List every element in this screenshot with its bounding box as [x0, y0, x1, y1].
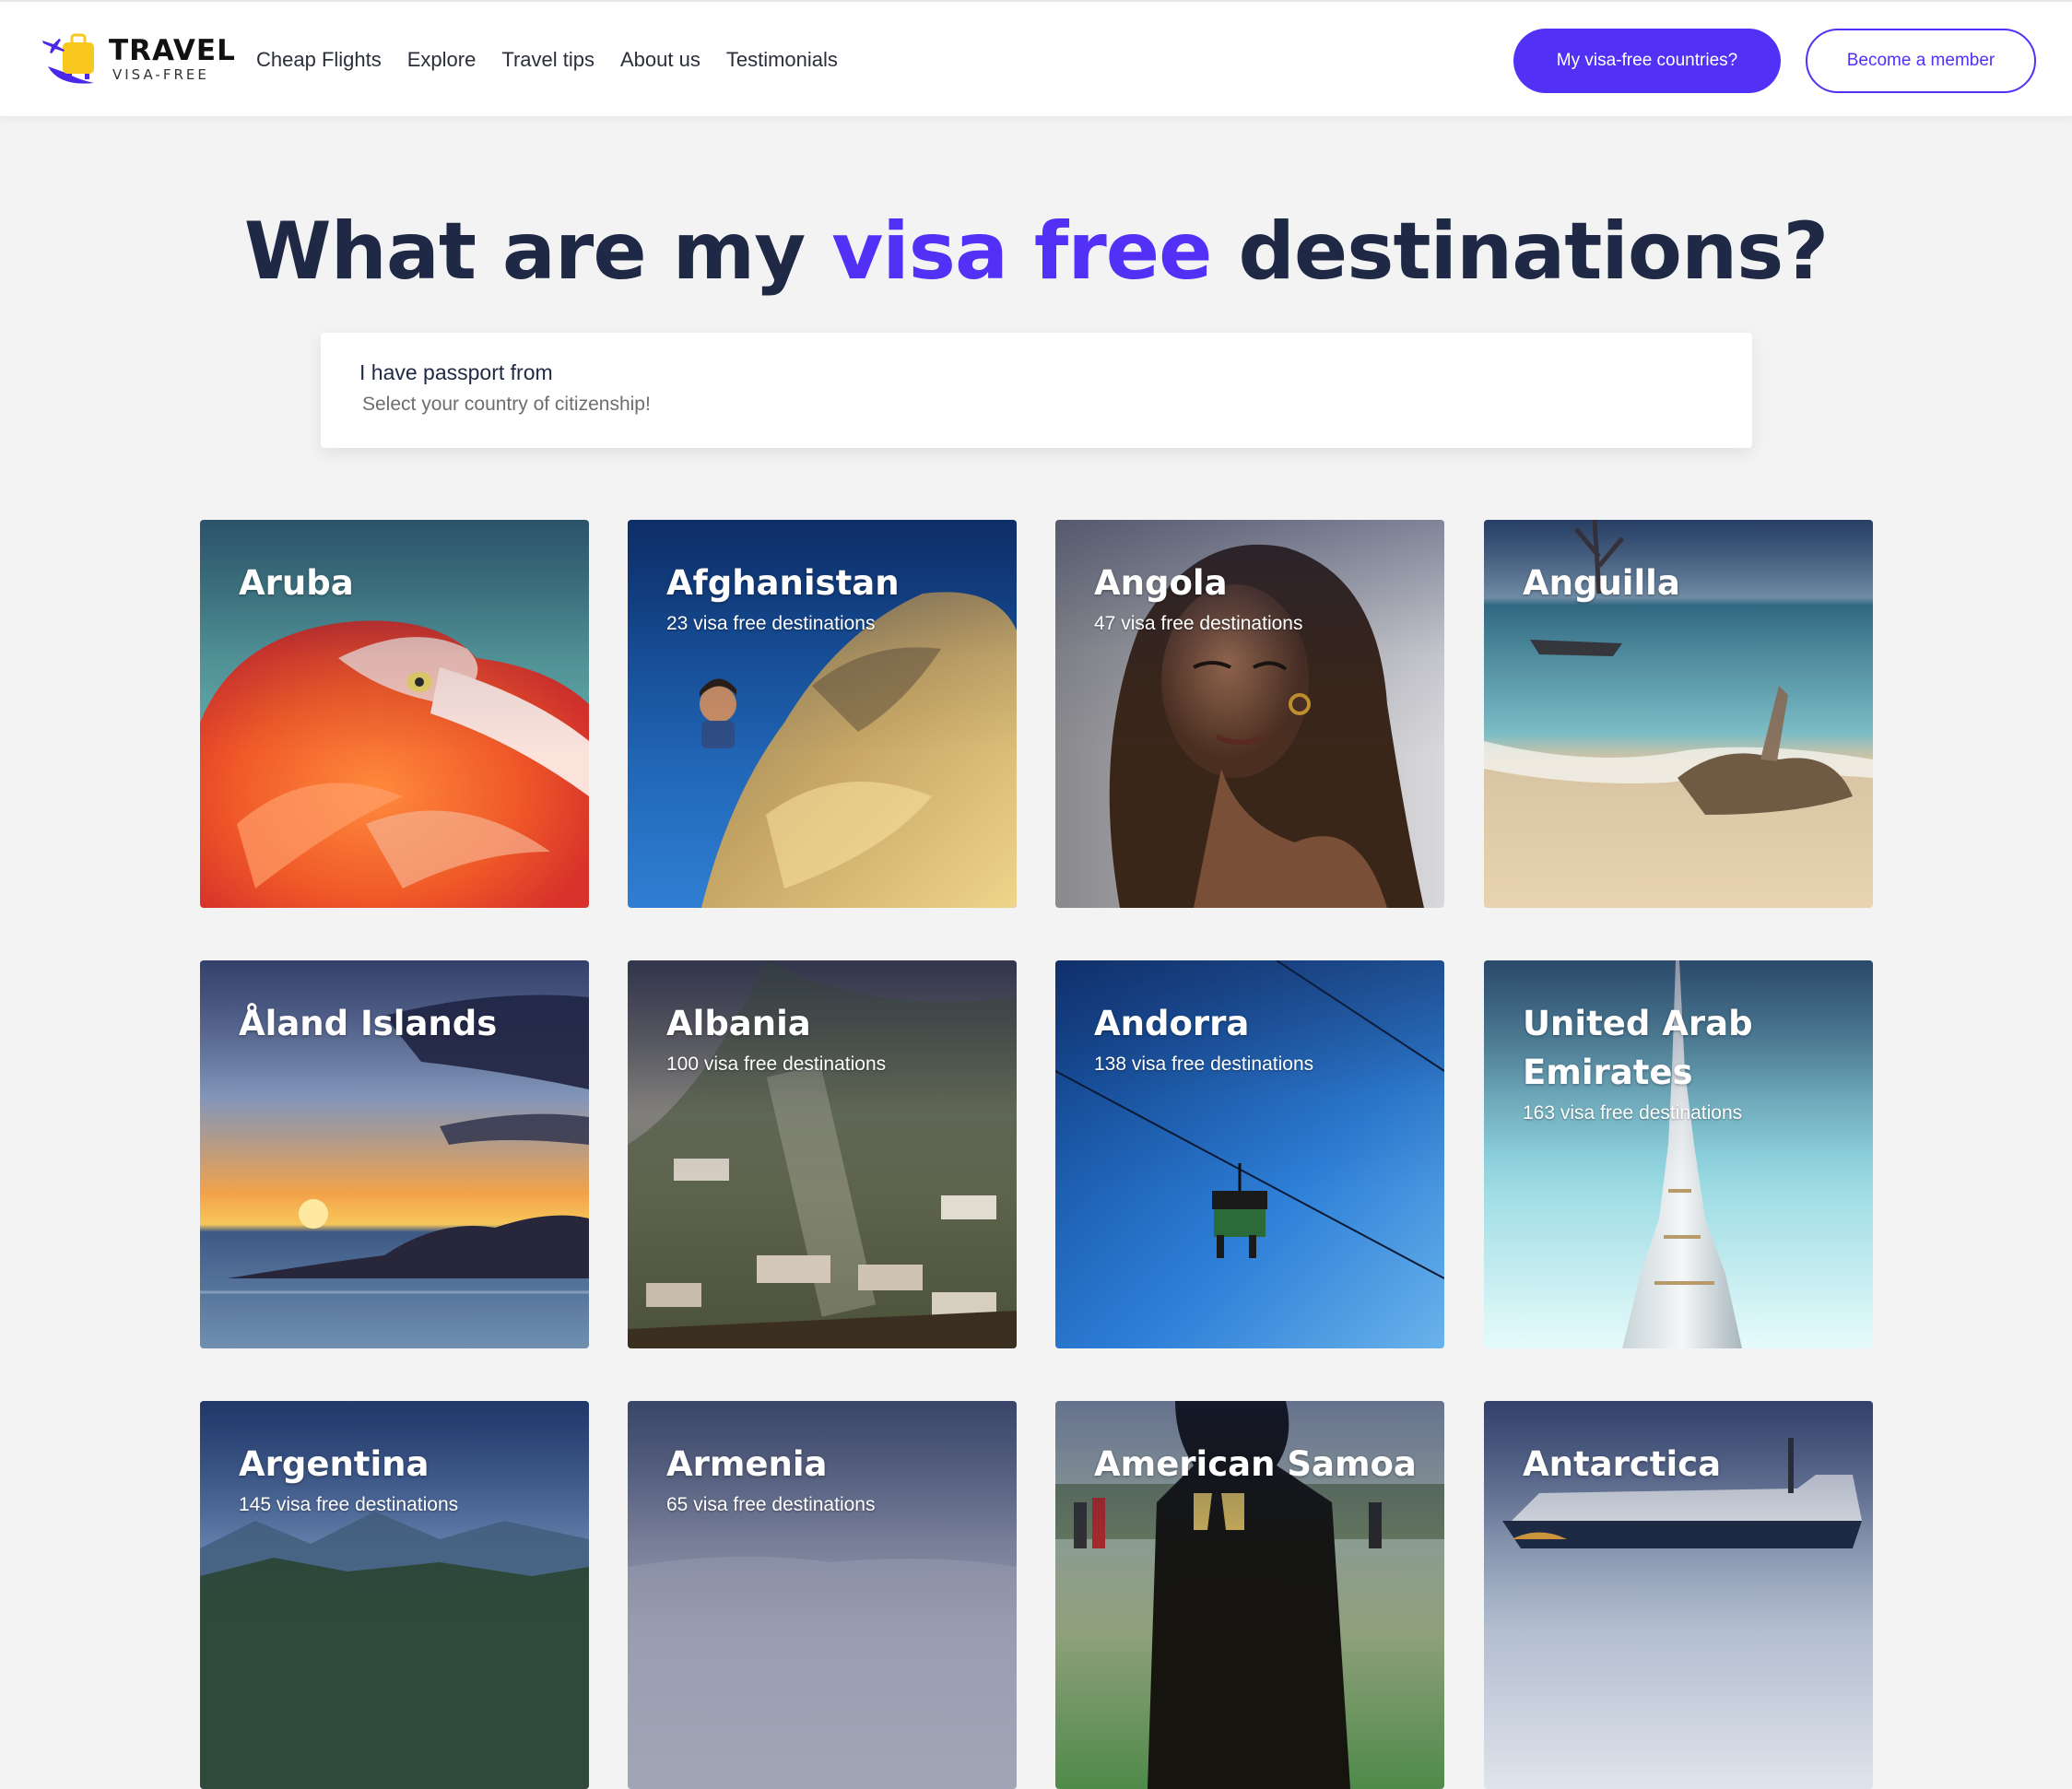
country-card-uae[interactable]: United Arab Emirates 163 visa free destin… — [1484, 960, 1873, 1348]
brand-name: TRAVEL — [109, 34, 236, 67]
country-name: Albania 100 visa free destinations — [666, 999, 989, 1077]
brand-logo[interactable]: TRAVEL VISA-FREE — [41, 29, 235, 94]
country-card-american-samoa[interactable]: American Samoa — [1055, 1401, 1444, 1789]
country-name: Åland Islands — [239, 1004, 498, 1043]
country-name: Afghanistan 23 visa free destinations — [666, 559, 989, 637]
country-name: American Samoa — [1094, 1444, 1417, 1484]
country-card-afghanistan[interactable]: Afghanistan 23 visa free destinations — [628, 520, 1017, 908]
nav-explore[interactable]: Explore — [407, 46, 477, 74]
country-card-aruba[interactable]: Aruba — [200, 520, 589, 908]
title-tail: destinations? — [1211, 206, 1829, 298]
country-name: Armenia 65 visa free destinations — [666, 1440, 989, 1518]
suitcase-plane-icon — [42, 33, 94, 84]
country-name: Anguilla — [1523, 563, 1680, 603]
visa-free-count: 100 visa free destinations — [666, 1053, 887, 1075]
passport-label: I have passport from — [359, 360, 553, 384]
visa-free-count: 65 visa free destinations — [666, 1494, 876, 1515]
site-header: TRAVEL VISA-FREE Cheap Flights Explore T… — [0, 0, 2072, 116]
country-card-antarctica[interactable]: Antarctica — [1484, 1401, 1873, 1789]
title-accent: visa free — [831, 206, 1212, 298]
main-nav: Cheap Flights Explore Travel tips About … — [256, 46, 864, 74]
nav-cheap-flights[interactable]: Cheap Flights — [256, 46, 382, 74]
nav-travel-tips[interactable]: Travel tips — [501, 46, 595, 74]
passport-country-select[interactable]: I have passport from Select your country… — [321, 333, 1752, 448]
country-card-angola[interactable]: Angola 47 visa free destinations — [1055, 520, 1444, 908]
visa-free-count: 47 visa free destinations — [1094, 613, 1303, 634]
visa-free-count: 145 visa free destinations — [239, 1494, 459, 1515]
country-card-anguilla[interactable]: Anguilla — [1484, 520, 1873, 908]
nav-about-us[interactable]: About us — [620, 46, 700, 74]
title-lead: What are my — [243, 206, 832, 298]
country-card-albania[interactable]: Albania 100 visa free destinations — [628, 960, 1017, 1348]
country-card-armenia[interactable]: Armenia 65 visa free destinations — [628, 1401, 1017, 1789]
country-card-aland-islands[interactable]: Åland Islands — [200, 960, 589, 1348]
page-title: What are my visa free destinations? — [0, 201, 2072, 302]
brand-tagline: VISA-FREE — [112, 66, 209, 83]
nav-testimonials[interactable]: Testimonials — [726, 46, 838, 74]
country-name: Aruba — [239, 563, 354, 603]
country-name: United Arab Emirates 163 visa free destin… — [1523, 999, 1845, 1126]
country-name: Angola 47 visa free destinations — [1094, 559, 1417, 637]
country-name: Antarctica — [1523, 1444, 1722, 1484]
country-name: Argentina 145 visa free destinations — [239, 1440, 561, 1518]
country-name: Andorra 138 visa free destinations — [1094, 999, 1417, 1077]
country-card-andorra[interactable]: Andorra 138 visa free destinations — [1055, 960, 1444, 1348]
visa-free-count: 163 visa free destinations — [1523, 1102, 1743, 1124]
country-card-argentina[interactable]: Argentina 145 visa free destinations — [200, 1401, 589, 1789]
visa-free-count: 138 visa free destinations — [1094, 1053, 1314, 1075]
become-member-button[interactable]: Become a member — [1806, 29, 2036, 93]
citizenship-placeholder: Select your country of citizenship! — [362, 394, 651, 415]
visa-free-count: 23 visa free destinations — [666, 613, 876, 634]
my-visa-free-countries-button[interactable]: My visa-free countries? — [1513, 29, 1781, 93]
